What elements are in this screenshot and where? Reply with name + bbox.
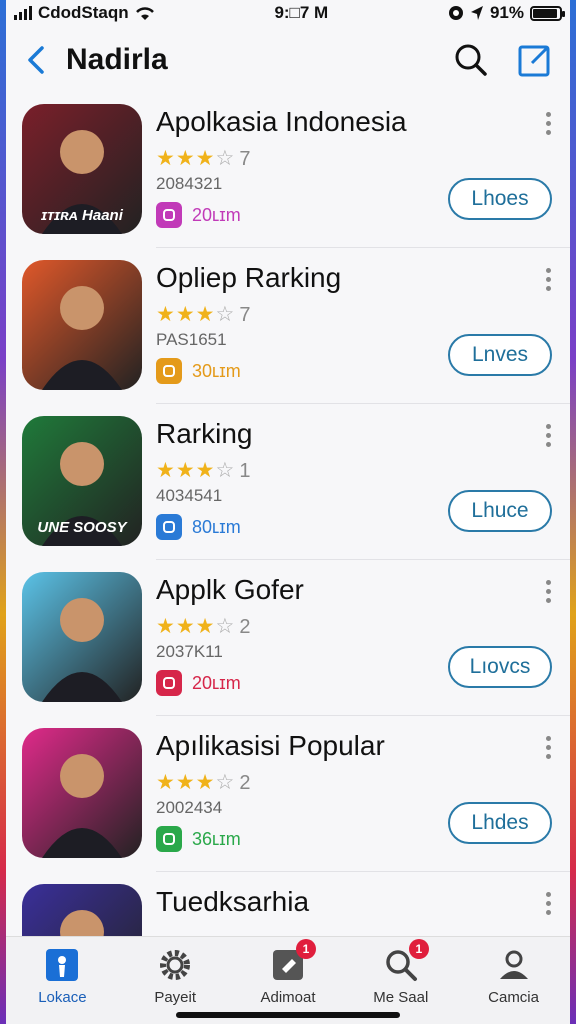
tab-label: Me Saal xyxy=(373,989,429,1006)
rating-stars: ★★★☆ 2 xyxy=(156,615,252,638)
location-icon xyxy=(44,947,80,983)
app-screen: CdodStaqn 9:□7 M 91% Nadirla ɪᴛɪʀᴀ Haani xyxy=(6,0,570,1024)
download-count: 2084321 xyxy=(156,174,223,193)
rating-count: 7 xyxy=(239,304,252,326)
notification-badge: 1 xyxy=(408,939,429,959)
compose-icon[interactable] xyxy=(518,43,552,77)
app-list: ɪᴛɪʀᴀ Haani Apolkasia Indonesia ★★★☆ 7 208… xyxy=(6,92,570,1024)
rating-count: 1 xyxy=(239,460,252,482)
chevron-left-icon xyxy=(28,46,44,74)
app-icon-artwork xyxy=(42,286,122,390)
app-icon[interactable] xyxy=(22,260,142,390)
get-button[interactable]: Lnves xyxy=(448,334,552,376)
app-size: 20ʟɪm xyxy=(192,672,241,693)
carrier-name: CdodStaqn xyxy=(38,3,129,22)
download-count: 4034541 xyxy=(156,486,223,505)
app-icon[interactable] xyxy=(22,572,142,702)
tab-label: Adimoat xyxy=(260,989,316,1006)
more-options-icon[interactable] xyxy=(546,892,552,915)
app-name: Applk Gofer xyxy=(156,574,304,605)
more-options-icon[interactable] xyxy=(546,580,552,603)
app-name: Tuedksarhia xyxy=(156,886,310,917)
get-button[interactable]: Lıovcs xyxy=(448,646,552,688)
app-category-icon xyxy=(156,670,182,696)
tab-camcia[interactable]: Camcia xyxy=(464,947,564,1024)
app-name: Opliep Rarking xyxy=(156,262,342,293)
wifi-icon xyxy=(135,7,154,20)
rating-count: 7 xyxy=(239,148,252,170)
app-name: Apılikasisi Popular xyxy=(156,730,385,761)
search-icon[interactable] xyxy=(454,43,488,77)
app-size: 30ʟɪm xyxy=(192,360,241,381)
page-title: Nadirla xyxy=(66,43,168,76)
person-icon xyxy=(496,947,532,983)
battery-icon xyxy=(529,5,565,21)
get-button[interactable]: Lhoes xyxy=(448,178,552,220)
gear-icon xyxy=(157,947,193,983)
app-icon[interactable] xyxy=(22,728,142,858)
app-category-icon xyxy=(156,826,182,852)
tab-label: Payeit xyxy=(154,989,197,1006)
battery-percent: 91% xyxy=(489,3,524,22)
more-options-icon[interactable] xyxy=(546,736,552,759)
location-arrow-icon xyxy=(470,6,483,20)
tab-bar: Lokace Payeit 1 Adimoat 1 Me Saal Camcia xyxy=(6,936,570,1024)
notification-badge: 1 xyxy=(295,939,316,959)
app-category-icon xyxy=(156,514,182,540)
app-row[interactable]: ɪᴛɪʀᴀ Haani Apolkasia Indonesia ★★★☆ 7 208… xyxy=(22,92,570,248)
app-size: 36ʟɪm xyxy=(192,828,241,849)
app-name: Rarking xyxy=(156,418,253,449)
more-options-icon[interactable] xyxy=(546,268,552,291)
tab-label: Camcia xyxy=(488,989,539,1006)
home-indicator xyxy=(176,1012,400,1018)
get-button[interactable]: Lhuce xyxy=(448,490,552,532)
rating-stars: ★★★☆ 7 xyxy=(156,303,252,326)
get-button[interactable]: Lhdes xyxy=(448,802,552,844)
app-icon-artwork xyxy=(42,598,122,702)
status-time: 9:□7 M xyxy=(274,3,329,22)
rating-stars: ★★★☆ 7 xyxy=(156,147,252,170)
app-row[interactable]: Opliep Rarking ★★★☆ 7 PAS1651 30ʟɪm Lnves xyxy=(22,248,570,404)
app-icon[interactable]: UNE SOOSY xyxy=(22,416,142,546)
rating-count: 2 xyxy=(239,772,252,794)
app-category-icon xyxy=(156,202,182,228)
app-icon-artwork xyxy=(42,754,122,858)
app-size: 80ʟɪm xyxy=(192,516,241,537)
download-count: 2037K11 xyxy=(156,642,223,661)
app-icon-text: ɪᴛɪʀᴀ Haani xyxy=(41,207,123,224)
signal-icon xyxy=(14,6,32,20)
back-button[interactable] xyxy=(6,45,66,75)
app-row[interactable]: Applk Gofer ★★★☆ 2 2037K11 20ʟɪm Lıovcs xyxy=(22,560,570,716)
rating-count: 2 xyxy=(239,616,252,638)
navigation-bar: Nadirla xyxy=(6,30,570,90)
app-row[interactable]: Apılikasisi Popular ★★★☆ 2 2002434 36ʟɪm Lhd… xyxy=(22,716,570,872)
more-options-icon[interactable] xyxy=(546,112,552,135)
rating-stars: ★★★☆ 2 xyxy=(156,771,252,794)
rating-stars: ★★★☆ 1 xyxy=(156,459,252,482)
app-size: 20ʟɪm xyxy=(192,204,241,225)
download-count: PAS1651 xyxy=(156,330,227,349)
app-row[interactable]: UNE SOOSY Rarking ★★★☆ 1 4034541 80ʟɪm Lhuce xyxy=(22,404,570,560)
tab-lokace[interactable]: Lokace xyxy=(12,947,112,1024)
alarm-icon xyxy=(448,6,463,20)
download-count: 2002434 xyxy=(156,798,223,817)
tab-label: Lokace xyxy=(38,989,87,1006)
app-category-icon xyxy=(156,358,182,384)
app-icon[interactable]: ɪᴛɪʀᴀ Haani xyxy=(22,104,142,234)
app-icon-text: UNE SOOSY xyxy=(37,519,127,536)
app-name: Apolkasia Indonesia xyxy=(156,106,407,137)
status-bar: CdodStaqn 9:□7 M 91% xyxy=(6,0,570,26)
more-options-icon[interactable] xyxy=(546,424,552,447)
